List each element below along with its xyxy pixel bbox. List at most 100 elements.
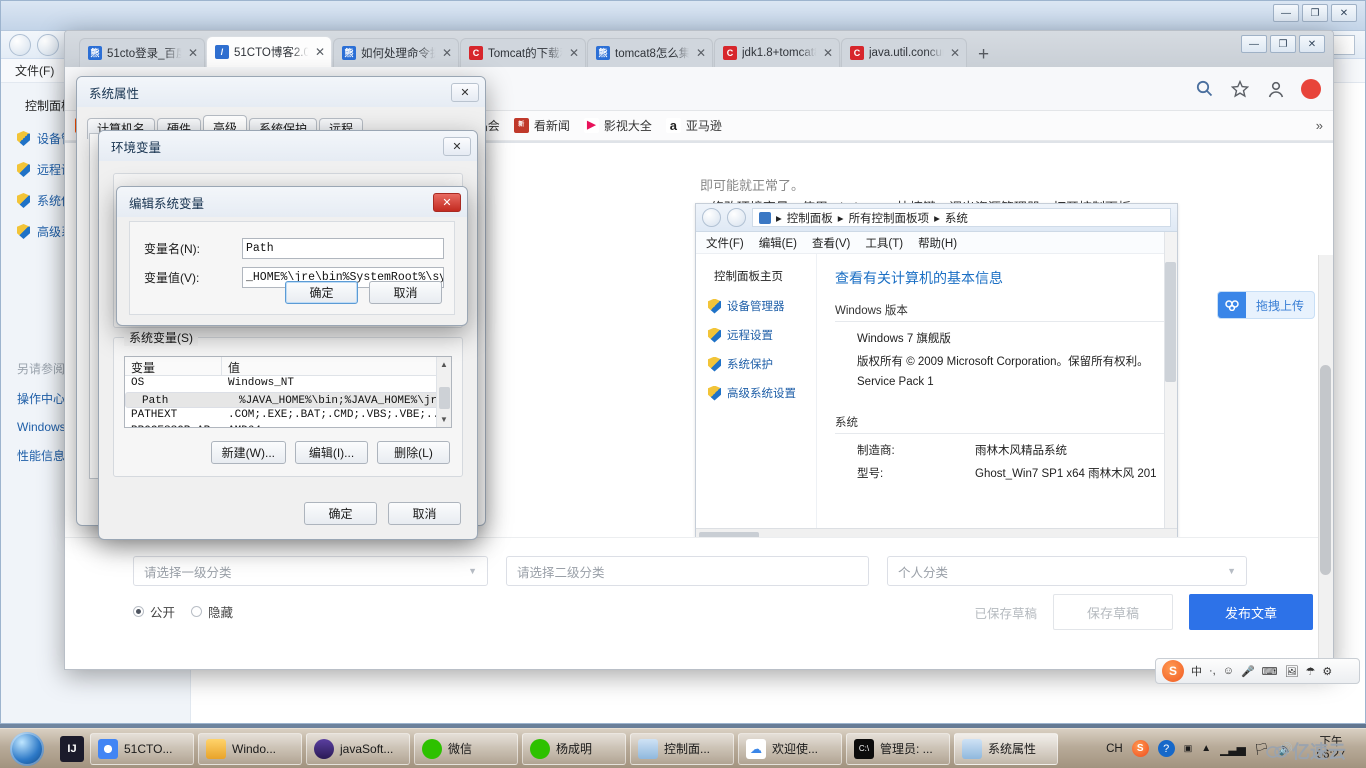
scroll-up-icon[interactable]: ▲ [437, 357, 451, 372]
column-header-value: 值 [228, 361, 241, 375]
embedded-vertical-scrollbar [1164, 232, 1177, 528]
secondary-category-select[interactable]: 请选择二级分类 [506, 556, 869, 586]
ok-button[interactable]: 确定 [304, 502, 377, 525]
bookmark-video[interactable]: ▶ 影视大全 [583, 117, 652, 134]
tab-close-icon[interactable]: ✕ [950, 46, 960, 60]
tab-close-icon[interactable]: ✕ [696, 46, 706, 60]
tab-close-icon[interactable]: ✕ [188, 46, 198, 60]
taskbar-item-system-properties[interactable]: 系统属性 [954, 732, 1058, 765]
menu-file[interactable]: 文件(F) [15, 62, 54, 79]
embedded-sidebar-item-remote-settings: 远程设置 [708, 327, 810, 343]
profile-icon[interactable] [1265, 78, 1287, 100]
system-variables-list[interactable]: 变量 值 OS Windows_NT Path %JAVA_HOME%\bin;… [124, 356, 452, 428]
close-button[interactable]: ✕ [1331, 4, 1357, 22]
chrome-tab-strip: 熊 51cto登录_百度 ✕ / 51CTO博客2.0- ✕ 熊 如何处理命令提… [65, 31, 1333, 67]
forward-button[interactable] [37, 33, 59, 56]
ok-button[interactable]: 确定 [285, 281, 358, 304]
minimize-button[interactable]: — [1273, 4, 1299, 22]
taskbar-item-explorer[interactable]: Windo... [198, 732, 302, 765]
taskbar-item-javasoft[interactable]: javaSoft... [306, 732, 410, 765]
cancel-button[interactable]: 取消 [369, 281, 442, 304]
image-icon[interactable]: 🖼 [1285, 665, 1299, 678]
close-icon[interactable]: ✕ [443, 136, 471, 156]
search-icon[interactable] [1193, 78, 1215, 100]
bookmark-amazon[interactable]: a 亚马逊 [665, 117, 722, 134]
tab-close-icon[interactable]: ✕ [442, 46, 452, 60]
skin-icon[interactable]: ☂ [1306, 665, 1316, 678]
sogou-ime-toolbar[interactable]: S 中 ·, ☺ 🎤 ⌨ 🖼 ☂ ⚙ [1155, 658, 1360, 684]
microphone-icon[interactable]: 🎤 [1241, 665, 1255, 678]
menu-icon[interactable] [1301, 78, 1321, 99]
emoji-icon[interactable]: ☺ [1223, 665, 1234, 677]
browser-tab-3[interactable]: C Tomcat的下载和 ✕ [460, 38, 586, 67]
browser-tab-0[interactable]: 熊 51cto登录_百度 ✕ [79, 38, 205, 67]
ime-punctuation-icon[interactable]: ·, [1209, 665, 1216, 677]
taskbar-item-wechat[interactable]: 微信 [414, 732, 518, 765]
network-icon[interactable]: ▁▃▅ [1220, 742, 1246, 756]
chrome-window-controls[interactable]: — ❐ ✕ [1241, 35, 1325, 53]
scroll-thumb[interactable] [439, 387, 450, 409]
browser-tab-6[interactable]: C java.util.concur ✕ [841, 38, 967, 67]
background-window-controls[interactable]: — ❐ ✕ [1273, 4, 1357, 22]
table-row[interactable]: PROCESSOR_AR AMD64 [125, 424, 451, 427]
table-row[interactable]: OS Windows_NT [125, 376, 451, 392]
taskbar-item-wechat-chat[interactable]: 杨成明 [522, 732, 626, 765]
taskbar-item-control-panel[interactable]: 控制面... [630, 732, 734, 765]
scroll-thumb[interactable] [1320, 365, 1331, 575]
tab-close-icon[interactable]: ✕ [569, 46, 579, 60]
edit-variable-button[interactable]: 编辑(I)... [295, 441, 368, 464]
tab-close-icon[interactable]: ✕ [315, 45, 325, 59]
sogou-icon[interactable]: S [1131, 740, 1149, 757]
intellij-idea-icon[interactable]: IJ [60, 735, 84, 762]
tab-close-icon[interactable]: ✕ [823, 46, 833, 60]
ime-mode-label[interactable]: 中 [1191, 663, 1202, 679]
bookmarks-overflow-icon[interactable]: » [1316, 118, 1323, 133]
radio-public[interactable]: 公开 [133, 602, 175, 621]
settings-gear-icon[interactable]: ⚙ [1322, 665, 1332, 678]
new-tab-button[interactable]: + [978, 45, 989, 64]
taskbar-item-netdisk[interactable]: ☁ 欢迎使... [738, 732, 842, 765]
star-icon[interactable] [1229, 78, 1251, 100]
bookmark-news[interactable]: 新 看新闻 [513, 117, 570, 134]
table-row[interactable]: PATHEXT .COM;.EXE;.BAT;.CMD;.VBS;.VBE;..… [125, 408, 451, 424]
sogou-logo-icon[interactable]: S [1162, 660, 1184, 682]
close-button[interactable]: ✕ [1299, 35, 1325, 53]
embedded-model-value: Ghost_Win7 SP1 x64 雨林木风 201 [975, 468, 1157, 480]
drag-upload-button[interactable]: 拖拽上传 [1217, 291, 1315, 319]
embedded-back-button [702, 208, 721, 227]
chevron-up-icon[interactable]: ▲ [1201, 743, 1211, 754]
personal-category-select[interactable]: 个人分类 ▼ [887, 556, 1247, 586]
variable-name-input[interactable]: Path [242, 238, 444, 259]
maximize-button[interactable]: ❐ [1302, 4, 1328, 22]
minimize-button[interactable]: — [1241, 35, 1267, 53]
chevron-down-icon: ▼ [468, 566, 477, 576]
cancel-button[interactable]: 取消 [388, 502, 461, 525]
new-variable-button[interactable]: 新建(W)... [210, 441, 286, 464]
close-icon[interactable]: ✕ [451, 82, 479, 102]
back-button[interactable] [9, 33, 31, 56]
keyboard-icon[interactable]: ⌨ [1262, 665, 1278, 678]
browser-tab-5[interactable]: C jdk1.8+tomcat8 ✕ [714, 38, 840, 67]
start-button[interactable] [0, 730, 54, 768]
scroll-thumb [1165, 262, 1176, 382]
help-icon[interactable]: ? [1157, 740, 1175, 757]
show-hidden-icons-icon[interactable]: ▣ [1184, 743, 1193, 754]
scroll-down-icon[interactable]: ▼ [437, 412, 451, 427]
taskbar-item-chrome[interactable]: 51CTO... [90, 732, 194, 765]
save-draft-button[interactable]: 保存草稿 [1053, 594, 1173, 630]
publish-article-button[interactable]: 发布文章 [1189, 594, 1313, 630]
browser-tab-2[interactable]: 熊 如何处理命令提 ✕ [333, 38, 459, 67]
ime-indicator[interactable]: CH [1106, 743, 1123, 755]
page-scrollbar[interactable] [1318, 255, 1333, 669]
list-scrollbar[interactable]: ▲ ▼ [436, 357, 451, 427]
radio-hidden[interactable]: 隐藏 [191, 602, 233, 621]
browser-tab-4[interactable]: 熊 tomcat8怎么集 ✕ [587, 38, 713, 67]
desktop: — ❐ ✕ 搜索控制面板 文件(F) 控制面板主页 设备管理器 [0, 0, 1366, 768]
close-icon[interactable]: ✕ [433, 192, 461, 212]
table-row[interactable]: Path %JAVA_HOME%\bin;%JAVA_HOME%\jre... [125, 392, 451, 408]
maximize-button[interactable]: ❐ [1270, 35, 1296, 53]
primary-category-select[interactable]: 请选择一级分类 ▼ [133, 556, 488, 586]
taskbar-item-cmd[interactable]: C:\ 管理员: ... [846, 732, 950, 765]
browser-tab-1[interactable]: / 51CTO博客2.0- ✕ [206, 36, 332, 67]
delete-variable-button[interactable]: 删除(L) [377, 441, 450, 464]
